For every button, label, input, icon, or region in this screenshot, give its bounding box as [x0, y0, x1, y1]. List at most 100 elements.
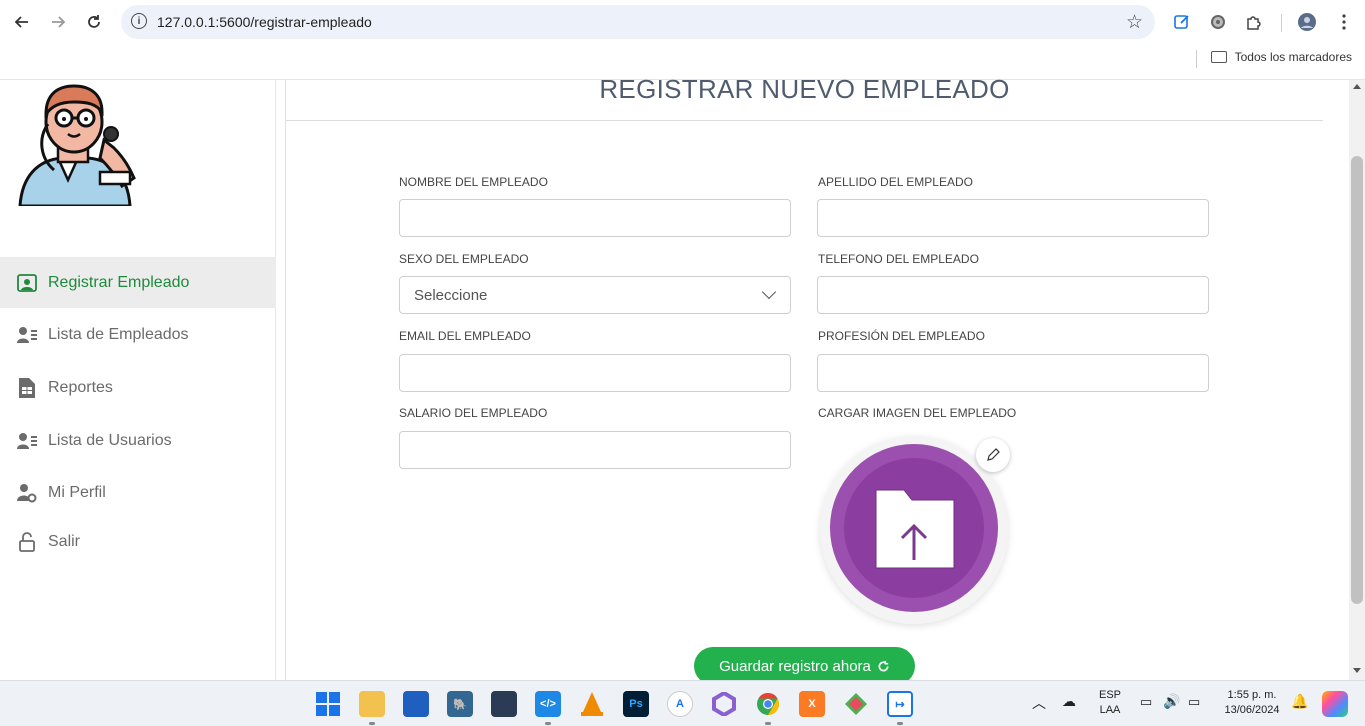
sexo-label: SEXO DEL EMPLEADO [399, 252, 529, 266]
scroll-up-icon[interactable] [1353, 84, 1361, 89]
lang-top: ESP [1098, 689, 1121, 701]
sidebar-item-label: Reportes [48, 378, 113, 396]
clock-time: 1:55 p. m. [1227, 689, 1277, 701]
forward-button[interactable] [46, 10, 70, 34]
apellido-input[interactable] [817, 199, 1209, 237]
battery-icon[interactable]: ▭ [1188, 694, 1200, 710]
remote-app-icon[interactable]: ↦ [887, 691, 913, 717]
git-icon[interactable] [843, 691, 869, 717]
page-title: REGISTRAR NUEVO EMPLEADO [599, 74, 1010, 104]
clock-date: 13/06/2024 [1224, 704, 1280, 716]
vlc-icon[interactable] [579, 691, 605, 717]
chrome-icon[interactable] [755, 691, 781, 717]
extension-gear-icon[interactable] [1207, 11, 1229, 33]
telefono-label: TELEFONO DEL EMPLEADO [818, 252, 979, 266]
reload-button[interactable] [82, 10, 106, 34]
sexo-select[interactable]: Seleccione [399, 276, 791, 314]
upload-ring [830, 444, 998, 612]
apellido-label: APELLIDO DEL EMPLEADO [818, 175, 973, 189]
url-text: 127.0.0.1:5600/registrar-empleado [157, 14, 372, 30]
folder-upload-icon [875, 489, 955, 569]
lang-bottom: LAA [1099, 704, 1121, 716]
clock[interactable]: 1:55 p. m. 13/06/2024 [1214, 689, 1290, 716]
panel-header: REGISTRAR NUEVO EMPLEADO [286, 74, 1323, 121]
file-explorer-icon[interactable] [359, 691, 385, 717]
bookmark-star-icon[interactable]: ☆ [1126, 11, 1143, 34]
windows-start-icon[interactable] [315, 691, 341, 717]
back-button[interactable] [10, 10, 34, 34]
save-button-label: Guardar registro ahora [719, 657, 871, 675]
pencil-icon [987, 448, 1000, 461]
sidebar-item-label: Lista de Usuarios [48, 431, 172, 449]
salario-input[interactable] [399, 431, 791, 469]
sidebar-item-label: Salir [48, 532, 81, 550]
user-list-icon [16, 430, 38, 452]
sidebar-item-registrar-empleado[interactable]: Registrar Empleado [0, 257, 276, 308]
site-info-icon[interactable]: i [131, 13, 147, 29]
bookmarks-separator [1196, 50, 1197, 68]
onedrive-icon[interactable]: ☁ [1062, 693, 1076, 710]
windows-taskbar: 🐘 </> Ps A X ↦ ︿ ☁ ESP LAA ▭ 🔊 ▭ 1:55 p.… [0, 680, 1365, 726]
imagen-label: CARGAR IMAGEN DEL EMPLEADO [818, 406, 1017, 420]
scroll-thumb[interactable] [1351, 156, 1363, 604]
folder-icon [1210, 51, 1227, 63]
upload-inner-circle [844, 458, 984, 598]
sidebar: Registrar Empleado Lista de Empleados Re… [0, 80, 276, 680]
volume-icon[interactable]: 🔊 [1163, 693, 1180, 710]
all-bookmarks-button[interactable]: Todos los marcadores [1210, 50, 1352, 64]
user-gear-icon [16, 482, 38, 504]
copilot-icon[interactable] [1322, 691, 1348, 717]
profesion-label: PROFESIÓN DEL EMPLEADO [818, 329, 985, 343]
browser-menu-icon[interactable] [1333, 11, 1355, 33]
sidebar-item-lista-empleados[interactable]: Lista de Empleados [0, 309, 276, 360]
notification-bell-icon[interactable]: 🔔 [1291, 693, 1308, 710]
user-list-icon [16, 324, 38, 346]
taskbar-indicator [369, 722, 375, 725]
sexo-selected-value: Seleccione [414, 286, 488, 304]
sidebar-item-label: Lista de Empleados [48, 325, 189, 343]
taskbar-indicator [897, 722, 903, 725]
nombre-input[interactable] [399, 199, 791, 237]
chevron-down-icon [761, 284, 777, 300]
email-input[interactable] [399, 354, 791, 392]
postgresql-icon[interactable]: 🐘 [447, 691, 473, 717]
sidebar-item-lista-usuarios[interactable]: Lista de Usuarios [0, 415, 276, 466]
email-label: EMAIL DEL EMPLEADO [399, 329, 531, 343]
sidebar-item-label: Mi Perfil [48, 483, 106, 501]
telefono-input[interactable] [817, 276, 1209, 314]
browser-toolbar: i 127.0.0.1:5600/registrar-empleado ☆ To… [0, 0, 1365, 80]
bookmarks-label: Todos los marcadores [1234, 50, 1352, 64]
toolbar-separator [1281, 14, 1282, 32]
vscode-icon[interactable]: </> [535, 691, 561, 717]
sidebar-item-salir[interactable]: Salir [0, 516, 276, 567]
nombre-label: NOMBRE DEL EMPLEADO [399, 175, 548, 189]
user-id-icon [16, 272, 38, 294]
network-icon[interactable]: ▭ [1140, 694, 1152, 710]
doctor-avatar-logo [18, 84, 140, 208]
reload-icon [88, 15, 100, 28]
hexagon-app-icon[interactable] [711, 691, 737, 717]
edit-extension-icon[interactable] [1171, 11, 1193, 33]
taskbar-indicator [765, 722, 771, 725]
address-bar[interactable]: i 127.0.0.1:5600/registrar-empleado ☆ [121, 5, 1155, 39]
profile-avatar-icon[interactable] [1296, 11, 1318, 33]
report-file-icon [16, 377, 38, 399]
photoshop-icon[interactable]: Ps [623, 691, 649, 717]
sidebar-item-label: Registrar Empleado [48, 273, 190, 291]
profesion-input[interactable] [817, 354, 1209, 392]
scroll-down-icon[interactable] [1353, 668, 1361, 673]
tray-chevron-up-icon[interactable]: ︿ [1032, 693, 1046, 713]
arrow-left-icon [14, 16, 28, 28]
sidebar-item-reportes[interactable]: Reportes [0, 362, 276, 413]
xampp-icon[interactable]: X [799, 691, 825, 717]
edit-image-button[interactable] [976, 438, 1010, 472]
translator-icon[interactable]: A [667, 691, 693, 717]
puzzle-extensions-icon[interactable] [1243, 11, 1265, 33]
sidebar-item-mi-perfil[interactable]: Mi Perfil [0, 467, 276, 518]
microsoft-store-icon[interactable] [403, 691, 429, 717]
refresh-icon [878, 660, 889, 671]
mysql-workbench-icon[interactable] [491, 691, 517, 717]
language-indicator[interactable]: ESP LAA [1096, 689, 1124, 716]
salario-label: SALARIO DEL EMPLEADO [399, 406, 548, 420]
page-scrollbar[interactable] [1349, 80, 1365, 680]
